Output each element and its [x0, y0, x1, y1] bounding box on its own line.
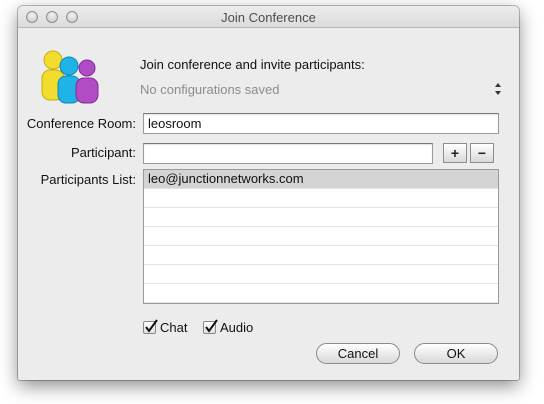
participant-label: Participant: — [70, 145, 136, 160]
list-item[interactable] — [144, 227, 498, 246]
audio-option[interactable]: Audio — [203, 318, 253, 336]
chat-label: Chat — [160, 319, 188, 335]
conference-room-label: Conference Room: — [26, 116, 136, 131]
list-item[interactable] — [144, 246, 498, 265]
list-item[interactable] — [144, 189, 498, 208]
remove-participant-button[interactable]: − — [470, 143, 494, 163]
cancel-button[interactable]: Cancel — [316, 343, 400, 364]
checkmark-icon — [145, 318, 158, 333]
list-item[interactable] — [144, 284, 498, 303]
chat-option[interactable]: Chat — [143, 318, 187, 336]
list-item[interactable]: leo@junctionnetworks.com — [144, 170, 498, 189]
window-title: Join Conference — [221, 10, 316, 25]
ok-button[interactable]: OK — [414, 343, 498, 364]
conference-room-input[interactable] — [143, 113, 499, 134]
dialog-heading: Join conference and invite participants: — [140, 57, 365, 72]
list-item[interactable] — [144, 265, 498, 284]
participants-list[interactable]: leo@junctionnetworks.com — [143, 169, 499, 304]
participants-list-label: Participants List: — [40, 172, 136, 187]
add-participant-button[interactable]: + — [443, 143, 467, 163]
participant-input[interactable] — [143, 143, 433, 164]
configurations-popup-value: No configurations saved — [140, 82, 280, 97]
title-bar[interactable]: Join Conference — [18, 6, 519, 28]
audio-checkbox[interactable] — [203, 318, 218, 334]
join-conference-window: Join Conference Join conference and invi… — [18, 6, 519, 380]
configurations-popup[interactable]: No configurations saved — [140, 80, 502, 100]
list-item[interactable] — [144, 208, 498, 227]
checkmark-icon — [205, 318, 218, 333]
chat-checkbox[interactable] — [143, 318, 158, 334]
audio-label: Audio — [220, 319, 254, 335]
updown-arrows-icon — [495, 83, 501, 95]
conference-people-icon — [41, 50, 99, 104]
